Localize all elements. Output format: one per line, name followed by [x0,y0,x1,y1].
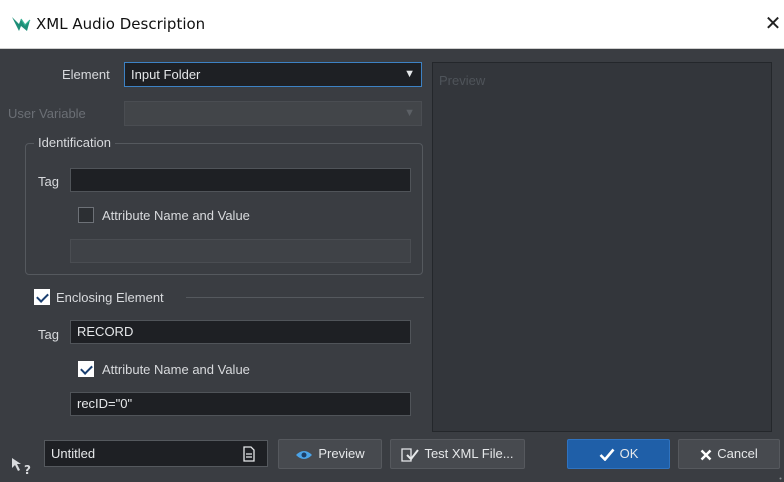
checkmark-icon [599,448,615,462]
identification-attribute-label: Attribute Name and Value [102,208,250,223]
identification-legend: Identification [34,135,115,150]
enclosing-attribute-label: Attribute Name and Value [102,362,250,377]
x-icon [700,449,712,460]
resize-grip-icon[interactable] [776,474,782,480]
title-bar: XML Audio Description ✕ [0,0,784,49]
test-xml-file-label: Test XML File... [424,446,514,461]
preview-pane: Preview [432,62,772,432]
help-icon[interactable]: ? [10,456,34,476]
preset-name-field[interactable]: Untitled [44,440,268,467]
checklist-icon [401,447,420,462]
dropdown-arrow-icon: ▼ [404,68,415,80]
identification-tag-label: Tag [38,174,59,189]
element-dropdown-value: Input Folder [131,67,201,82]
enclosing-element-label: Enclosing Element [56,290,164,305]
user-variable-dropdown[interactable]: ▼ [124,101,422,126]
identification-attribute-input[interactable] [70,239,411,263]
window-title: XML Audio Description [36,15,206,33]
element-label: Element [62,67,110,82]
cancel-button-label: Cancel [717,446,758,461]
preview-placeholder: Preview [439,73,486,88]
element-dropdown[interactable]: Input Folder ▼ [124,62,422,87]
svg-text:?: ? [24,463,31,476]
identification-tag-input[interactable] [70,168,411,192]
preview-button[interactable]: Preview [278,439,382,469]
wavelab-logo-icon [12,17,31,31]
enclosing-tag-input[interactable]: RECORD [70,320,411,344]
enclosing-divider [186,297,424,298]
cancel-button[interactable]: Cancel [678,439,780,469]
close-button[interactable]: ✕ [762,10,784,36]
enclosing-attribute-input[interactable]: recID="0" [70,392,411,416]
enclosing-attribute-checkbox[interactable] [78,361,94,377]
identification-attribute-checkbox[interactable] [78,207,94,223]
ok-button[interactable]: OK [567,439,670,469]
user-variable-label: User Variable [8,106,86,121]
document-icon[interactable] [243,446,255,462]
enclosing-tag-label: Tag [38,327,59,342]
enclosing-element-checkbox[interactable] [34,289,50,305]
ok-button-label: OK [619,446,639,461]
preview-button-label: Preview [318,446,365,461]
preset-name-value: Untitled [51,446,96,461]
dropdown-arrow-icon: ▼ [404,107,415,119]
eye-icon [296,450,313,459]
test-xml-file-button[interactable]: Test XML File... [390,439,525,469]
